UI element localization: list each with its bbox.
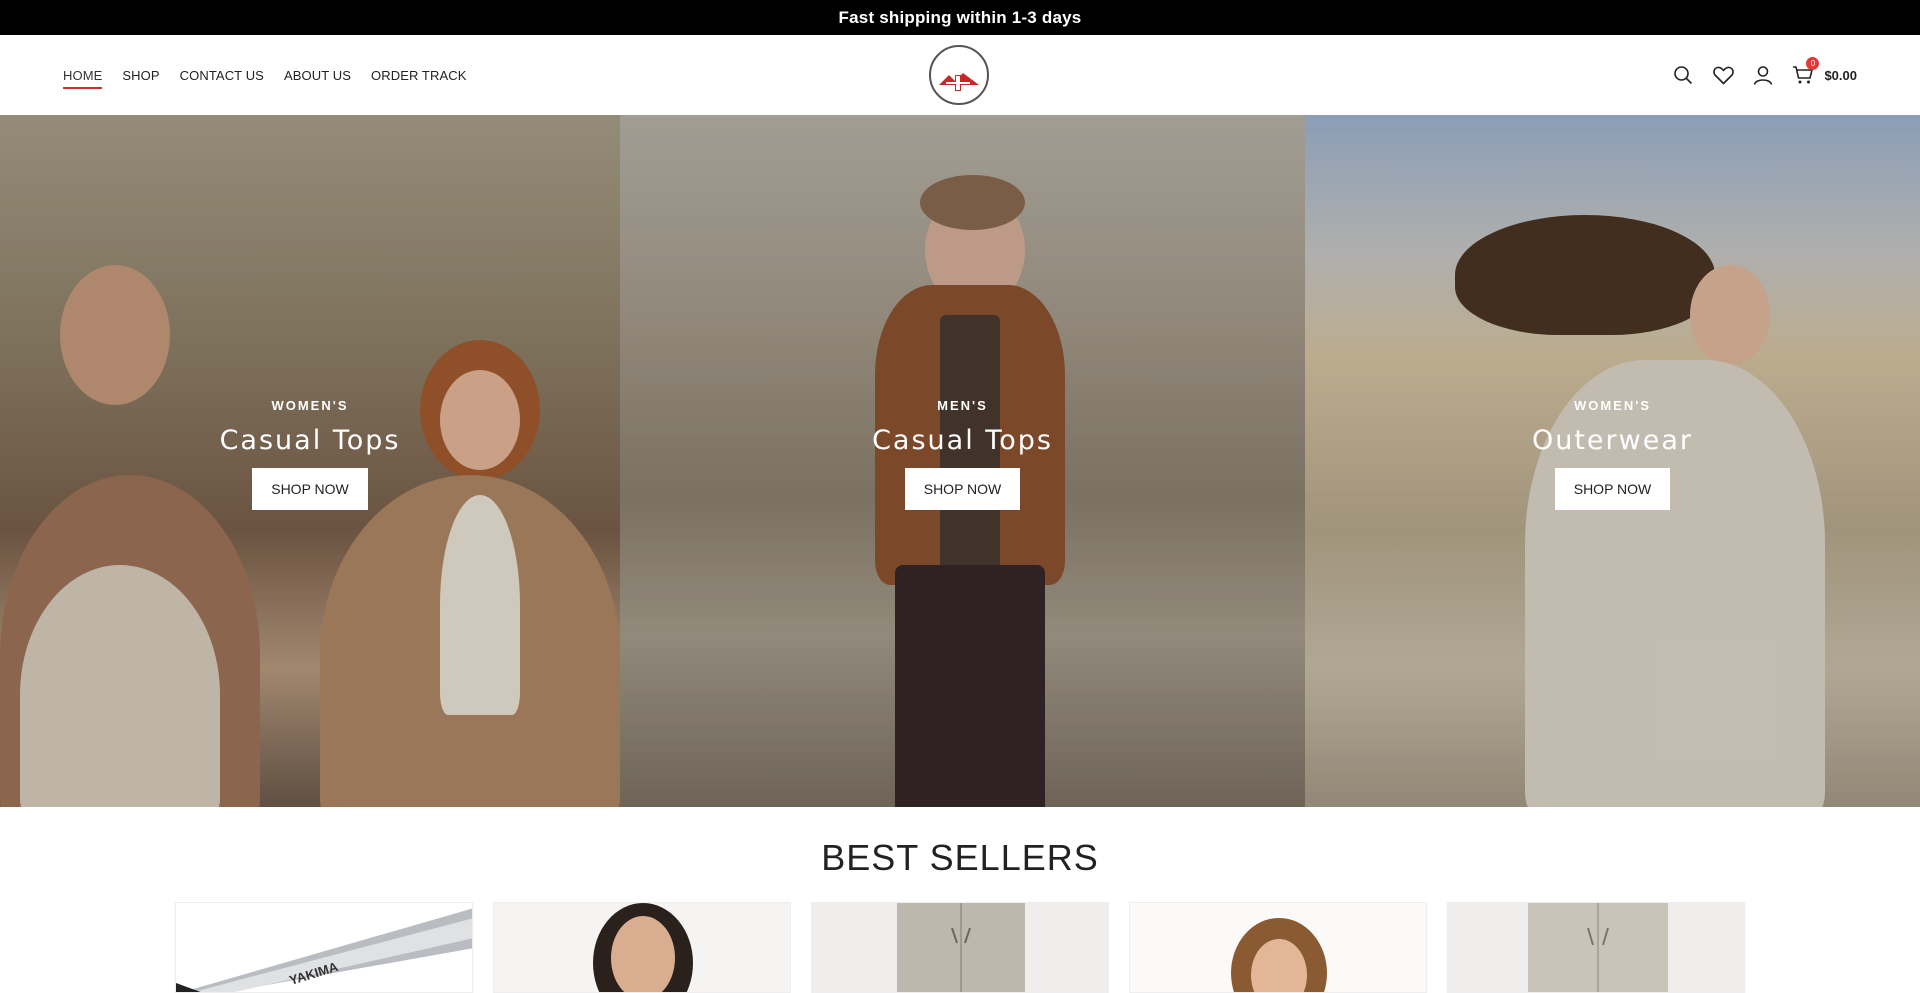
shop-now-button[interactable]: SHOP NOW [1554, 468, 1671, 510]
best-sellers-heading: BEST SELLERS [821, 837, 1099, 878]
hero-panel-womens-casual-tops[interactable]: WOMEN'S Casual Tops SHOP NOW [0, 115, 620, 807]
nav-shop[interactable]: SHOP [122, 64, 159, 87]
site-header: HOME SHOP CONTACT US ABOUT US ORDER TRAC… [0, 35, 1920, 115]
hero-subtitle: WOMEN'S [271, 398, 349, 413]
search-icon[interactable] [1672, 64, 1694, 86]
hero-panel-mens-casual-tops[interactable]: MEN'S Casual Tops SHOP NOW [620, 115, 1305, 807]
shop-now-button[interactable]: SHOP NOW [252, 468, 368, 510]
shop-now-button[interactable]: SHOP NOW [904, 468, 1021, 510]
hero-title: Casual Tops [872, 425, 1053, 456]
hero-content: WOMEN'S Casual Tops SHOP NOW [0, 398, 620, 510]
product-card[interactable] [493, 902, 791, 993]
hero-title: Casual Tops [219, 425, 401, 456]
product-card[interactable] [811, 902, 1109, 993]
logo-emblem [937, 73, 981, 91]
cart-count-badge: 0 [1806, 57, 1820, 70]
nav-about-us[interactable]: ABOUT US [284, 64, 351, 87]
heart-icon[interactable] [1712, 64, 1734, 86]
cart-total: $0.00 [1824, 67, 1857, 83]
hero-banners: WOMEN'S Casual Tops SHOP NOW MEN'S Casua… [0, 115, 1920, 807]
product-image-roof-rack: YAKIMA [176, 908, 472, 992]
nav-contact-us[interactable]: CONTACT US [180, 64, 264, 87]
product-card[interactable]: YAKIMA [175, 902, 473, 993]
hero-content: WOMEN'S Outerwear SHOP NOW [1305, 398, 1920, 510]
main-nav: HOME SHOP CONTACT US ABOUT US ORDER TRAC… [63, 35, 466, 115]
hero-subtitle: MEN'S [937, 398, 988, 413]
product-image [494, 903, 790, 992]
product-image [1448, 903, 1744, 992]
nav-order-track[interactable]: ORDER TRACK [371, 64, 466, 87]
site-logo[interactable] [929, 45, 989, 105]
product-image [812, 903, 1108, 992]
hero-subtitle: WOMEN'S [1573, 398, 1652, 413]
hero-title: Outerwear [1531, 425, 1693, 456]
product-image [1130, 903, 1426, 992]
hero-panel-womens-outerwear[interactable]: WOMEN'S Outerwear SHOP NOW [1305, 115, 1920, 807]
nav-home[interactable]: HOME [63, 64, 103, 89]
cart-button[interactable]: 0 $0.00 [1792, 57, 1857, 86]
announcement-text: Fast shipping within 1-3 days [838, 7, 1082, 27]
announcement-bar: Fast shipping within 1-3 days [0, 0, 1920, 35]
product-card[interactable] [1129, 902, 1427, 993]
product-card[interactable] [1447, 902, 1745, 993]
header-icons: 0 $0.00 [1672, 35, 1857, 115]
product-grid: YAKIMA [175, 902, 1745, 993]
hero-content: MEN'S Casual Tops SHOP NOW [620, 398, 1305, 510]
user-icon[interactable] [1752, 64, 1774, 86]
